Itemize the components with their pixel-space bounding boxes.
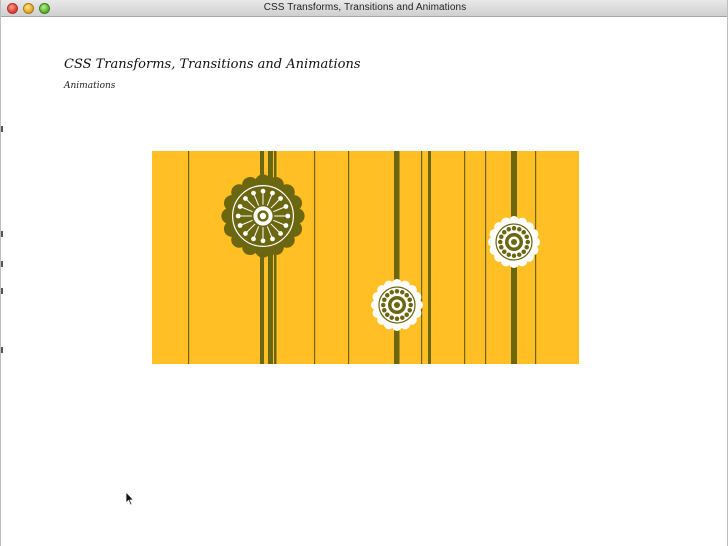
stripe xyxy=(348,151,350,364)
mouse-pointer-icon xyxy=(125,491,135,506)
stripe xyxy=(394,151,400,364)
animation-stage xyxy=(152,151,579,364)
title-bar[interactable]: CSS Transforms, Transitions and Animatio… xyxy=(1,0,727,17)
stripe xyxy=(535,151,537,364)
stripe xyxy=(464,151,466,364)
section-subtitle: Animations xyxy=(64,81,116,91)
browser-window: CSS Transforms, Transitions and Animatio… xyxy=(0,0,728,546)
stripe xyxy=(188,151,190,364)
stripe xyxy=(485,151,487,364)
stripe xyxy=(421,151,423,364)
flower-bottom xyxy=(371,279,423,331)
stripe xyxy=(314,151,316,364)
page-title: CSS Transforms, Transitions and Animatio… xyxy=(64,57,361,72)
stripe xyxy=(428,151,431,364)
window-title: CSS Transforms, Transitions and Animatio… xyxy=(263,2,467,13)
flower-large xyxy=(221,174,305,258)
flower-right xyxy=(488,216,540,268)
